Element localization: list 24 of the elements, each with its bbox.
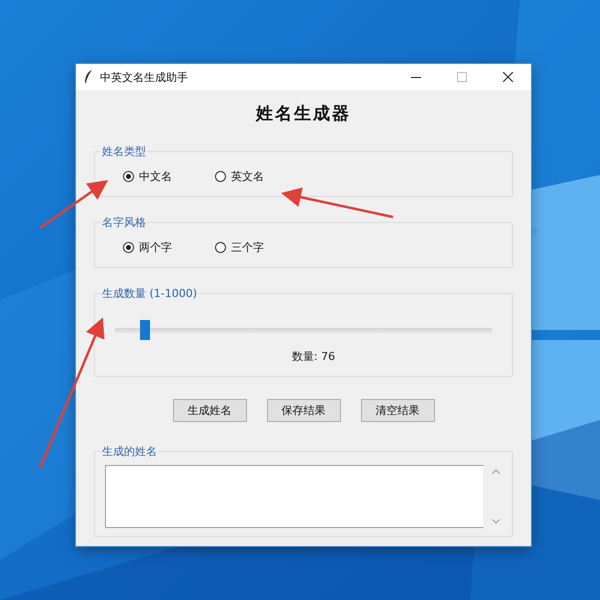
app-heading: 姓名生成器	[254, 103, 352, 125]
caret-down-icon[interactable]	[492, 519, 500, 524]
group-title: 名字风格	[101, 215, 147, 230]
action-button[interactable]: 清空结果	[360, 399, 434, 422]
group-title: 生成数量 (1-1000)	[101, 286, 198, 301]
feather-icon	[84, 70, 93, 84]
slider-thumb[interactable]	[140, 320, 150, 340]
radio-label: 英文名	[231, 169, 264, 184]
radio-button[interactable]	[215, 171, 226, 182]
action-button[interactable]: 生成姓名	[172, 399, 246, 422]
group-title: 生成的姓名	[101, 444, 158, 459]
count-reading: 数量: 76	[290, 349, 336, 364]
radio-label: 三个字	[231, 240, 264, 255]
radio-button[interactable]	[215, 242, 226, 253]
action-button[interactable]: 保存结果	[266, 399, 340, 422]
window-title: 中英文名生成助手	[100, 70, 189, 84]
close-icon[interactable]	[503, 72, 513, 82]
radio-label: 两个字	[139, 240, 172, 255]
radio-button[interactable]	[123, 242, 134, 253]
radio-button[interactable]	[123, 171, 134, 182]
group-title: 姓名类型	[101, 144, 147, 159]
radio-label: 中文名	[139, 169, 172, 184]
output-field[interactable]	[105, 465, 484, 528]
caret-up-icon[interactable]	[492, 469, 500, 474]
